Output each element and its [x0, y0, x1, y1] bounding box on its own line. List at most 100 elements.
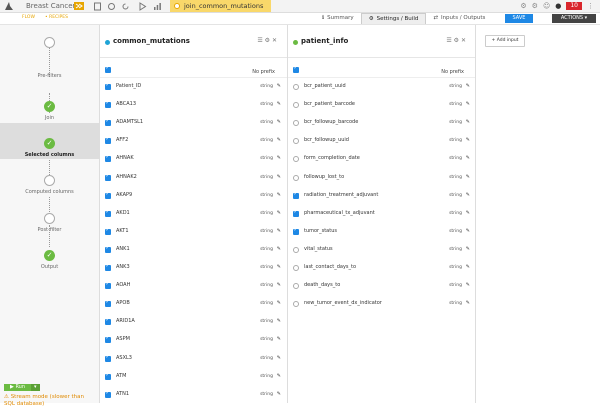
edit-pencil-icon[interactable]: ✎ — [466, 246, 470, 252]
column-checkbox[interactable] — [293, 120, 299, 127]
save-button[interactable]: SAVE — [505, 14, 533, 23]
edit-pencil-icon[interactable]: ✎ — [466, 83, 470, 89]
column-checkbox[interactable] — [293, 84, 299, 90]
column-checkbox[interactable] — [105, 118, 111, 127]
step-output[interactable]: ✓ Output — [0, 250, 99, 270]
close-icon[interactable]: ✕ — [272, 37, 277, 44]
recipe-tab[interactable]: join_common_mutations — [170, 0, 272, 12]
edit-pencil-icon[interactable]: ✎ — [277, 228, 281, 234]
column-checkbox[interactable] — [293, 209, 299, 217]
column-checkbox[interactable] — [293, 265, 299, 271]
edit-pencil-icon[interactable]: ✎ — [277, 101, 281, 107]
dashboard-icon[interactable] — [153, 2, 162, 11]
engine-warning[interactable]: ⚠ Stream mode (slower than SQL database) — [4, 394, 94, 408]
edit-pencil-icon[interactable]: ✎ — [277, 210, 281, 216]
user-avatar-icon[interactable]: ● — [555, 2, 561, 10]
project-name[interactable]: Breast Cancer — [26, 1, 75, 11]
flow-icon[interactable] — [74, 2, 84, 10]
column-checkbox[interactable] — [105, 100, 111, 109]
column-checkbox[interactable] — [293, 102, 299, 109]
column-checkbox[interactable] — [105, 82, 111, 90]
column-checkbox[interactable] — [293, 301, 299, 308]
dataiku-logo-icon[interactable] — [4, 1, 14, 11]
add-input-button[interactable]: + Add input — [485, 35, 525, 47]
tab-summary[interactable]: ℹ Summary — [315, 13, 361, 24]
play-icon[interactable] — [138, 2, 147, 11]
column-checkbox[interactable] — [105, 173, 111, 181]
column-checkbox[interactable] — [293, 156, 299, 163]
edit-pencil-icon[interactable]: ✎ — [466, 174, 470, 180]
prefix-label[interactable]: No prefix — [441, 69, 464, 75]
step-post-filter[interactable]: Post-filter — [0, 213, 99, 233]
edit-pencil-icon[interactable]: ✎ — [466, 210, 470, 216]
step-pre-filters[interactable]: Pre-filters — [0, 37, 99, 79]
edit-pencil-icon[interactable]: ✎ — [466, 119, 470, 125]
column-checkbox[interactable] — [293, 138, 299, 145]
edit-pencil-icon[interactable]: ✎ — [466, 155, 470, 161]
run-dropdown-icon[interactable]: ▾ — [31, 384, 40, 391]
column-checkbox[interactable] — [105, 209, 111, 217]
column-checkbox[interactable] — [293, 246, 299, 253]
edit-pencil-icon[interactable]: ✎ — [466, 282, 470, 288]
column-checkbox[interactable] — [105, 281, 111, 290]
prefix-label[interactable]: No prefix — [252, 69, 275, 75]
column-checkbox[interactable] — [105, 335, 111, 344]
apps-icon[interactable]: ☺ — [543, 2, 550, 10]
select-all-checkbox[interactable] — [293, 65, 299, 73]
refresh-icon[interactable] — [121, 2, 130, 11]
close-icon[interactable]: ✕ — [461, 37, 466, 44]
column-checkbox[interactable] — [105, 227, 111, 235]
actions-button[interactable]: ACTIONS ▾ — [552, 14, 596, 23]
tab-settings-build[interactable]: ⚙ Settings / Build — [360, 13, 427, 24]
step-computed-columns[interactable]: Computed columns — [0, 175, 99, 195]
settings-icon[interactable]: ⚙ — [532, 2, 538, 10]
recycle-icon[interactable] — [107, 2, 116, 11]
column-checkbox[interactable] — [105, 136, 111, 145]
edit-pencil-icon[interactable]: ✎ — [466, 192, 470, 198]
edit-pencil-icon[interactable]: ✎ — [277, 318, 281, 324]
column-checkbox[interactable] — [105, 372, 111, 380]
notebook-icon[interactable] — [93, 2, 102, 11]
flow-link[interactable]: FLOW — [22, 14, 35, 22]
gear-icon[interactable]: ⚙ — [454, 37, 459, 44]
column-checkbox[interactable] — [293, 227, 299, 235]
column-checkbox[interactable] — [105, 299, 111, 308]
edit-pencil-icon[interactable]: ✎ — [466, 137, 470, 143]
tab-inputs-outputs[interactable]: ⇄ Inputs / Outputs — [426, 13, 492, 24]
edit-pencil-icon[interactable]: ✎ — [277, 174, 281, 180]
edit-pencil-icon[interactable]: ✎ — [277, 300, 281, 306]
column-checkbox[interactable] — [105, 354, 111, 362]
edit-pencil-icon[interactable]: ✎ — [277, 282, 281, 288]
edit-pencil-icon[interactable]: ✎ — [277, 137, 281, 143]
list-icon[interactable]: ☰ — [446, 37, 451, 44]
recipes-link[interactable]: • RECIPES — [45, 14, 68, 22]
column-checkbox[interactable] — [105, 154, 111, 163]
run-button[interactable]: ▶ Run — [4, 384, 32, 391]
step-selected-columns[interactable]: ✓ Selected columns — [0, 123, 99, 159]
column-checkbox[interactable] — [105, 390, 111, 398]
step-join[interactable]: ✓ Join — [0, 101, 99, 121]
notifications-badge[interactable]: 10 — [566, 2, 582, 10]
column-checkbox[interactable] — [293, 283, 299, 290]
edit-pencil-icon[interactable]: ✎ — [466, 300, 470, 306]
edit-pencil-icon[interactable]: ✎ — [277, 192, 281, 198]
grid-menu-icon[interactable]: ⋮ — [587, 2, 594, 10]
select-all-checkbox[interactable] — [105, 65, 111, 73]
edit-pencil-icon[interactable]: ✎ — [466, 101, 470, 107]
edit-pencil-icon[interactable]: ✎ — [466, 228, 470, 234]
column-checkbox[interactable] — [105, 191, 111, 199]
column-checkbox[interactable] — [105, 263, 111, 271]
gear-icon[interactable]: ⚙ — [265, 37, 270, 44]
edit-pencil-icon[interactable]: ✎ — [277, 355, 281, 361]
edit-pencil-icon[interactable]: ✎ — [277, 264, 281, 270]
edit-pencil-icon[interactable]: ✎ — [277, 155, 281, 161]
edit-pencil-icon[interactable]: ✎ — [277, 246, 281, 252]
edit-pencil-icon[interactable]: ✎ — [277, 391, 281, 397]
column-checkbox[interactable] — [105, 245, 111, 253]
list-icon[interactable]: ☰ — [257, 37, 262, 44]
help-icon[interactable]: ⚙ — [520, 2, 526, 10]
column-checkbox[interactable] — [105, 317, 111, 326]
edit-pencil-icon[interactable]: ✎ — [277, 373, 281, 379]
column-checkbox[interactable] — [293, 174, 299, 181]
edit-pencil-icon[interactable]: ✎ — [277, 119, 281, 125]
